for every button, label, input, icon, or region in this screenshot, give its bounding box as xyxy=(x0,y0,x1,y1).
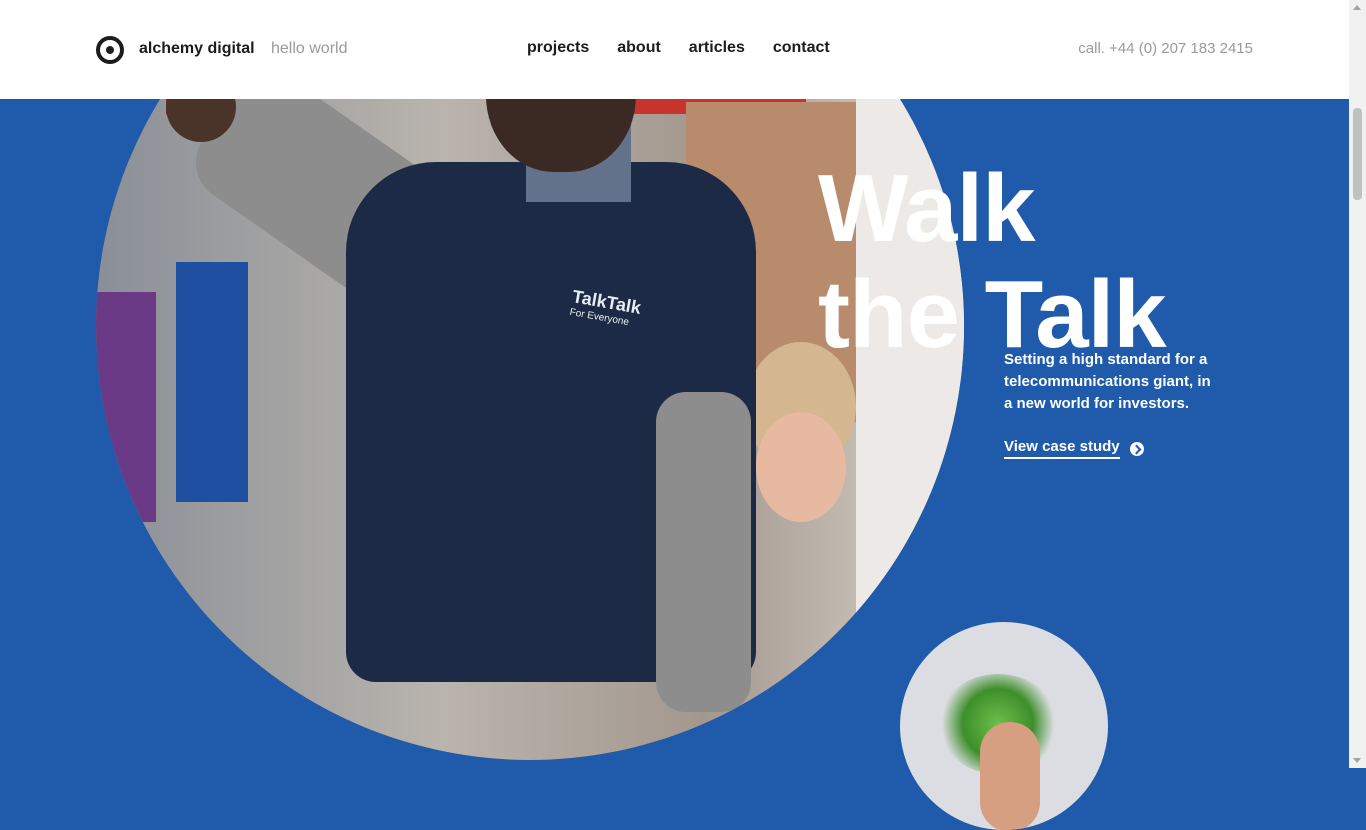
secondary-project-image[interactable] xyxy=(900,622,1108,830)
hero-description: Setting a high standard for a telecommun… xyxy=(1004,351,1211,412)
child-face xyxy=(756,412,846,522)
scroll-thumb[interactable] xyxy=(1353,108,1362,200)
wall-poster xyxy=(96,292,156,522)
site-header: alchemy digital hello world projects abo… xyxy=(0,0,1349,99)
view-case-study-link[interactable]: View case study xyxy=(1004,438,1144,459)
nav-contact[interactable]: contact xyxy=(773,39,830,57)
nav-articles[interactable]: articles xyxy=(689,39,745,57)
brand-name[interactable]: alchemy digital xyxy=(139,40,255,58)
target-logo-icon[interactable] xyxy=(96,36,124,64)
nav-projects[interactable]: projects xyxy=(527,39,589,57)
person-right-arm xyxy=(656,392,751,712)
phone-number[interactable]: call. +44 (0) 207 183 2415 xyxy=(1078,40,1253,57)
cta-label[interactable]: View case study xyxy=(1004,438,1120,459)
tagline: hello world xyxy=(271,40,348,57)
hero-photo: TalkTalk For Everyone xyxy=(96,0,964,760)
nav-about[interactable]: about xyxy=(617,39,661,57)
page-scrollbar[interactable] xyxy=(1349,0,1366,768)
main-nav: projects about articles contact xyxy=(527,39,830,57)
hero-title: Walk the Talk xyxy=(818,155,1167,368)
wall-poster xyxy=(176,262,248,502)
hero-title-line-1: Walk xyxy=(818,155,1035,263)
scroll-up-icon[interactable] xyxy=(1353,5,1361,10)
arrow-right-circle-icon[interactable] xyxy=(1129,441,1144,456)
hand xyxy=(980,722,1040,830)
scroll-down-icon[interactable] xyxy=(1353,758,1361,763)
